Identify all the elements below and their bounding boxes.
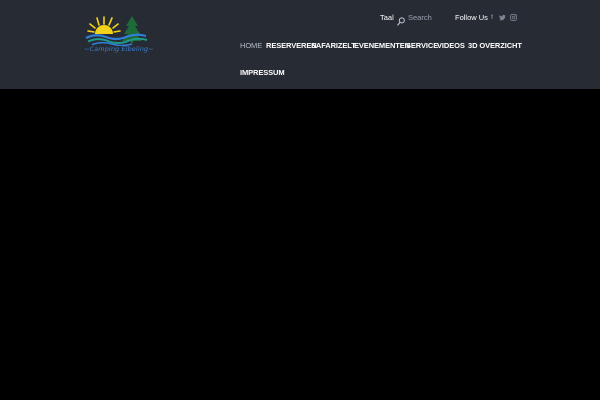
- site-header: ~Camping Elbeling~ Taal Follow Us f HOME…: [0, 0, 600, 89]
- search-input[interactable]: [408, 11, 448, 23]
- search-icon[interactable]: [397, 13, 405, 26]
- logo-image: [85, 16, 148, 46]
- instagram-icon[interactable]: [509, 14, 517, 22]
- facebook-icon[interactable]: f: [488, 14, 496, 22]
- follow-us-label: Follow Us: [455, 13, 488, 22]
- nav-item-videos[interactable]: VIDEOS: [437, 41, 465, 51]
- twitter-icon[interactable]: [498, 14, 506, 22]
- site-logo[interactable]: ~Camping Elbeling~: [84, 14, 154, 56]
- main-content: [0, 89, 600, 400]
- language-selector[interactable]: Taal: [380, 13, 394, 22]
- nav-item-3d-overzicht[interactable]: 3D OVERZICHT: [468, 41, 522, 51]
- nav-item-evenementen[interactable]: EVENEMENTEN: [354, 41, 410, 51]
- nav-item-home[interactable]: HOME: [240, 41, 262, 51]
- nav-item-safarizelt[interactable]: SAFARIZELT: [311, 41, 356, 51]
- nav-item-service[interactable]: SERVICE: [406, 41, 438, 51]
- nav-item-impressum[interactable]: IMPRESSUM: [240, 68, 285, 78]
- logo-text: ~Camping Elbeling~: [84, 45, 154, 53]
- nav-item-reserveren[interactable]: RESERVEREN: [266, 41, 317, 51]
